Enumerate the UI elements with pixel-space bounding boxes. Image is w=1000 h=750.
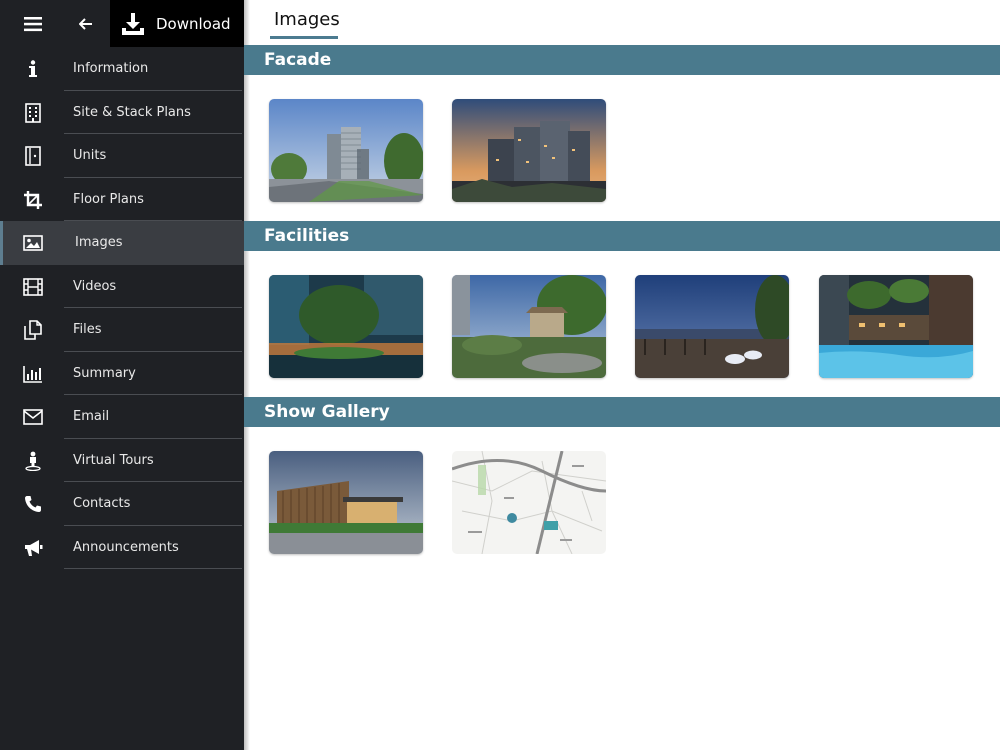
- sidebar-item-label: Files: [73, 322, 102, 338]
- sidebar-item-label: Units: [73, 148, 107, 164]
- sidebar-item-label: Virtual Tours: [73, 452, 154, 468]
- sidebar-topbar: Download: [0, 0, 244, 47]
- files-icon: [22, 319, 44, 341]
- sidebar-item-label: Videos: [73, 278, 117, 294]
- sidebar-nav: Information Site & Stack Plans Units Flo…: [0, 47, 244, 569]
- sidebar-item-label: Images: [75, 235, 123, 251]
- megaphone-icon: [22, 537, 44, 559]
- gallery-thumbnail-1[interactable]: [269, 451, 423, 554]
- download-label: Download: [156, 14, 231, 33]
- street-view-icon: [22, 450, 44, 472]
- sidebar-item-label: Announcements: [73, 539, 179, 555]
- bar-chart-icon: [22, 363, 44, 385]
- hamburger-icon: [24, 17, 42, 32]
- facility-thumbnail-2[interactable]: [452, 275, 606, 378]
- facility-thumbnail-1[interactable]: [269, 275, 423, 378]
- sidebar-item-units[interactable]: Units: [0, 134, 244, 178]
- phone-icon: [22, 493, 44, 515]
- facade-thumbnail-1[interactable]: [269, 99, 423, 202]
- sidebar-item-contacts[interactable]: Contacts: [0, 482, 244, 526]
- sidebar-item-floor-plans[interactable]: Floor Plans: [0, 178, 244, 221]
- crop-icon: [22, 189, 44, 211]
- section-title: Show Gallery: [264, 402, 390, 422]
- sidebar-item-images[interactable]: Images: [0, 221, 244, 265]
- arrow-left-icon: [79, 18, 92, 30]
- section-header-show-gallery: Show Gallery: [244, 397, 1000, 427]
- image-icon: [22, 232, 44, 254]
- page-title-underline: [270, 36, 338, 39]
- sidebar-item-information[interactable]: Information: [0, 47, 244, 91]
- sidebar-item-label: Information: [73, 61, 149, 77]
- facility-render-image: [819, 275, 973, 378]
- gallery-thumbnail-2[interactable]: [452, 451, 606, 554]
- page-title: Images: [274, 9, 340, 30]
- section-title: Facilities: [264, 226, 350, 246]
- download-icon: [122, 12, 144, 35]
- section-header-facade: Facade: [244, 45, 1000, 75]
- sidebar-item-virtual-tours[interactable]: Virtual Tours: [0, 439, 244, 482]
- facade-thumbnail-2[interactable]: [452, 99, 606, 202]
- sidebar-item-videos[interactable]: Videos: [0, 265, 244, 308]
- facade-render-image: [269, 99, 423, 202]
- facade-render-image: [452, 99, 606, 202]
- download-button[interactable]: Download: [110, 0, 244, 47]
- sidebar-item-label: Summary: [73, 365, 136, 381]
- sidebar-item-label: Site & Stack Plans: [73, 104, 191, 120]
- section-header-facilities: Facilities: [244, 221, 1000, 251]
- sidebar-item-summary[interactable]: Summary: [0, 352, 244, 395]
- building-icon: [22, 102, 44, 124]
- sidebar-item-email[interactable]: Email: [0, 395, 244, 439]
- door-icon: [22, 145, 44, 167]
- facility-thumbnail-4[interactable]: [819, 275, 973, 378]
- info-icon: [22, 58, 44, 80]
- sidebar-item-label: Email: [73, 409, 110, 425]
- section-title: Facade: [264, 50, 332, 70]
- sidebar-item-label: Floor Plans: [73, 191, 144, 207]
- main-content: Images Facade Facilities Show Gallery: [244, 0, 1000, 750]
- facility-render-image: [452, 275, 606, 378]
- divider: [64, 568, 242, 569]
- back-button[interactable]: [68, 10, 104, 38]
- sidebar-item-announcements[interactable]: Announcements: [0, 526, 244, 569]
- sidebar-item-files[interactable]: Files: [0, 308, 244, 352]
- show-gallery-render-image: [269, 451, 423, 554]
- facility-thumbnail-3[interactable]: [635, 275, 789, 378]
- facility-render-image: [635, 275, 789, 378]
- menu-button[interactable]: [14, 10, 52, 38]
- location-map-image: [452, 451, 606, 554]
- sidebar-item-label: Contacts: [73, 496, 131, 512]
- envelope-icon: [22, 406, 44, 428]
- sidebar-item-site-stack-plans[interactable]: Site & Stack Plans: [0, 91, 244, 134]
- film-icon: [22, 276, 44, 298]
- facility-render-image: [269, 275, 423, 378]
- sidebar: Download Information Site & Stack Plans …: [0, 0, 244, 750]
